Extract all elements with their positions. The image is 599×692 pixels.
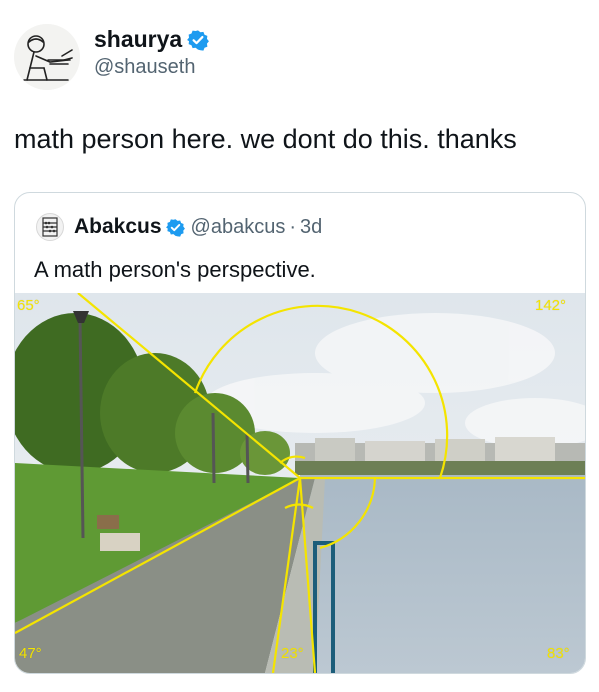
- angle-label-bottom-left: 47°: [19, 645, 42, 662]
- lake: [300, 475, 585, 673]
- quoted-photo[interactable]: [15, 293, 585, 673]
- author-name[interactable]: shaurya: [94, 26, 182, 53]
- city-skyline: [295, 437, 585, 475]
- angle-label-bottom-middle: 23°: [281, 645, 304, 662]
- author-avatar[interactable]: [14, 24, 80, 90]
- quoted-tweet-card[interactable]: Abakcus @abakcus · 3d A math person's pe…: [14, 192, 586, 674]
- verified-badge-icon: [187, 29, 210, 51]
- verified-badge-icon: [165, 218, 185, 237]
- author-handle[interactable]: @shauseth: [94, 56, 195, 79]
- angle-label-bottom-right: 83°: [547, 645, 570, 662]
- quoted-author-handle[interactable]: @abakcus: [191, 216, 286, 239]
- quoted-tweet-age[interactable]: 3d: [300, 216, 322, 239]
- quoted-tweet-text: A math person's perspective.: [34, 257, 316, 282]
- tweet-text: math person here. we dont do this. thank…: [14, 124, 517, 154]
- separator-dot: ·: [289, 215, 297, 238]
- sketch-person-icon: [14, 24, 80, 90]
- angle-label-top-left: 65°: [17, 297, 40, 314]
- quoted-author-avatar[interactable]: [36, 213, 64, 241]
- abacus-icon: [42, 217, 58, 237]
- quoted-author-name[interactable]: Abakcus: [74, 215, 162, 239]
- angle-label-top-right: 142°: [535, 297, 567, 314]
